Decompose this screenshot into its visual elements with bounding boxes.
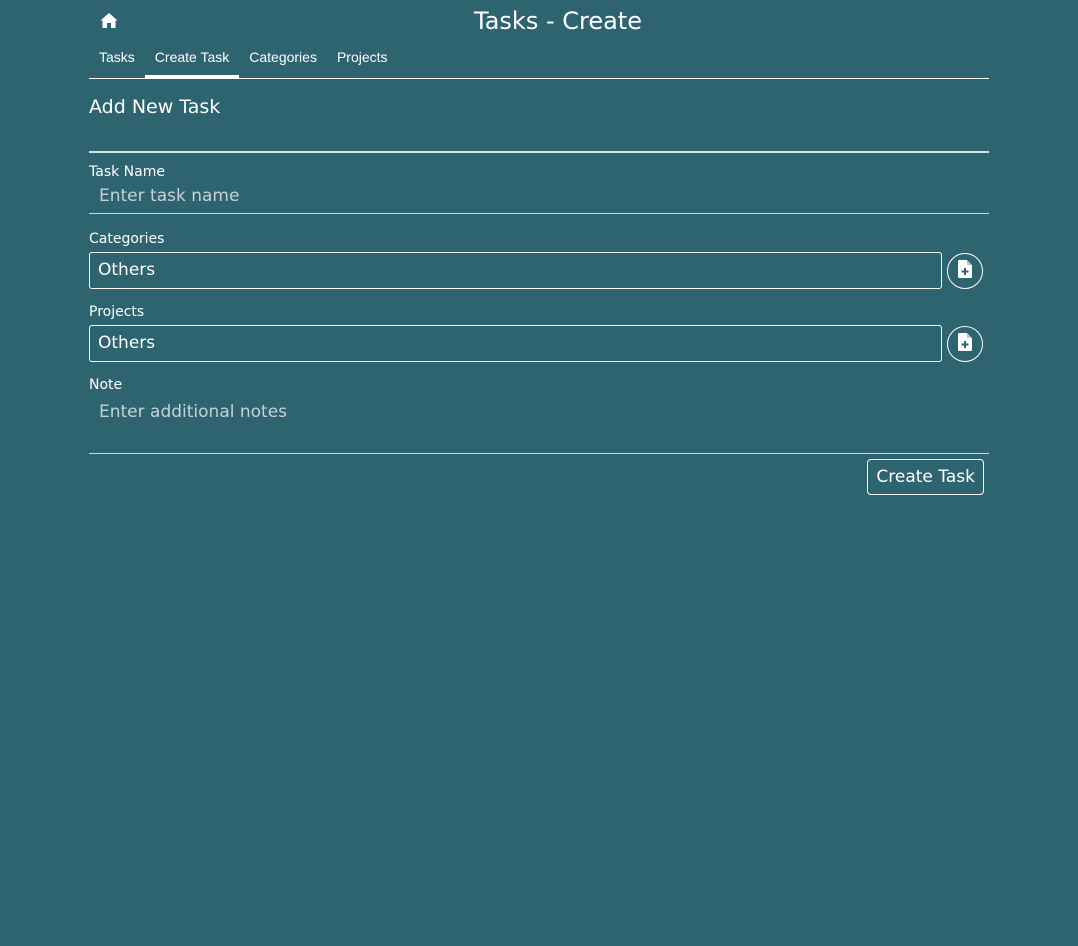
heading-divider (89, 151, 989, 153)
tab-bar: Tasks Create Task Categories Projects (89, 40, 989, 79)
categories-row: Others (89, 252, 989, 289)
form-heading: Add New Task (89, 96, 221, 118)
task-name-input[interactable] (89, 181, 989, 214)
tab-tasks[interactable]: Tasks (89, 40, 145, 78)
form-actions: Create Task (89, 459, 989, 495)
projects-select[interactable]: Others (89, 325, 942, 362)
create-task-form: Add New Task Task Name Categories Others… (89, 95, 989, 495)
projects-label: Projects (89, 304, 145, 320)
tab-projects[interactable]: Projects (327, 40, 398, 78)
file-plus-icon (958, 259, 972, 282)
page-container: Tasks - Create Tasks Create Task Categor… (89, 0, 989, 495)
note-input[interactable] (89, 394, 989, 454)
note-label: Note (89, 377, 123, 393)
projects-row: Others (89, 325, 989, 362)
page-title: Tasks - Create (474, 7, 642, 35)
categories-label: Categories (89, 231, 165, 247)
add-project-button[interactable] (947, 325, 983, 362)
tab-categories[interactable]: Categories (239, 40, 327, 78)
task-name-label: Task Name (89, 164, 165, 180)
file-plus-icon (958, 332, 972, 355)
tab-create-task[interactable]: Create Task (144, 40, 240, 78)
create-task-button[interactable]: Create Task (867, 459, 984, 495)
header: Tasks - Create (89, 0, 989, 40)
categories-select[interactable]: Others (89, 252, 942, 289)
add-category-button[interactable] (947, 252, 983, 289)
